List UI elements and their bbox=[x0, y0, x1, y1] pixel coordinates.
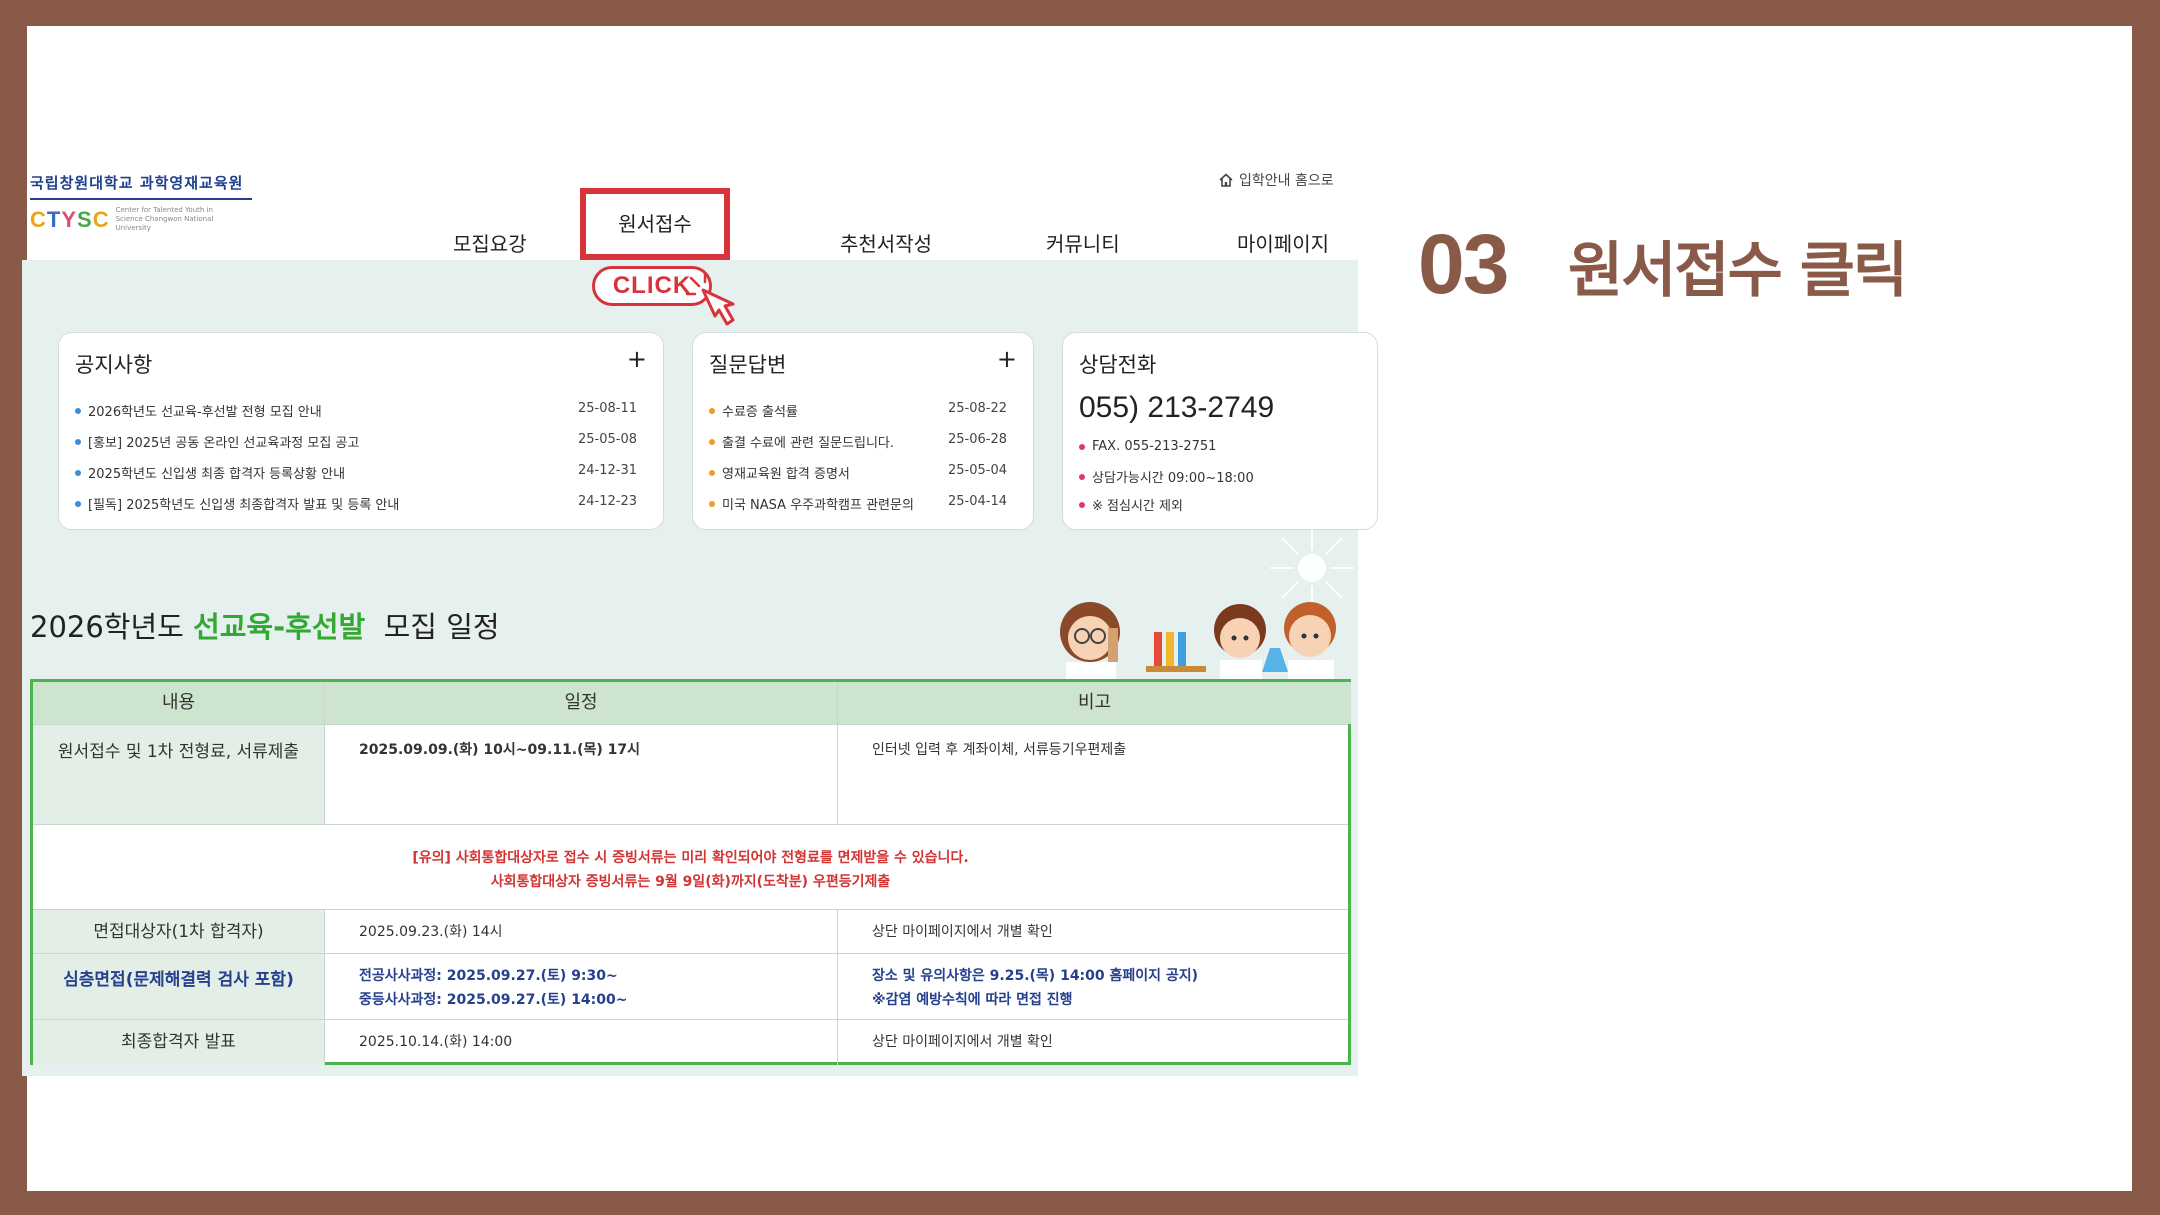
notice-more-button[interactable]: + bbox=[627, 345, 647, 373]
table-row: 원서접수 및 1차 전형료, 서류제출 2025.09.09.(화) 10시~0… bbox=[33, 725, 1348, 825]
table-cell: 장소 및 유의사항은 9.25.(목) 14:00 홈페이지 공지) ※감염 예… bbox=[838, 954, 1351, 1019]
pointing-hand-icon bbox=[685, 272, 735, 326]
schedule-table: 내용 일정 비고 원서접수 및 1차 전형료, 서류제출 2025.09.09.… bbox=[30, 679, 1351, 1065]
contact-item-text: FAX. 055-213-2751 bbox=[1092, 439, 1217, 454]
contact-item: FAX. 055-213-2751 bbox=[1079, 439, 1216, 454]
table-cell: 면접대상자(1차 합격자) bbox=[33, 910, 325, 953]
bullet-dot bbox=[75, 469, 81, 476]
notice-date: 24-12-31 bbox=[578, 463, 638, 478]
qna-more-button[interactable]: + bbox=[997, 345, 1017, 373]
qna-item-text: 영재교육원 합격 증명서 bbox=[722, 467, 850, 482]
table-cell-line: 장소 및 유의사항은 9.25.(목) 14:00 홈페이지 공지) bbox=[872, 968, 1199, 984]
home-link-label: 입학안내 홈으로 bbox=[1239, 173, 1334, 189]
notice-card: 공지사항 + 2026학년도 선교육-후선발 전형 모집 안내 25-08-11… bbox=[58, 332, 664, 530]
logo-korean-text: 국립창원대학교 과학영재교육원 bbox=[30, 174, 244, 192]
table-header-row: 내용 일정 비고 bbox=[33, 682, 1351, 725]
bullet-dot bbox=[709, 407, 715, 414]
qna-date: 25-08-22 bbox=[948, 401, 1008, 416]
qna-card: 질문답변 + 수료증 출석률 25-08-22 출결 수료에 관련 질문드립니다… bbox=[692, 332, 1034, 530]
table-cell: 상단 마이페이지에서 개별 확인 bbox=[872, 924, 1053, 940]
contact-item: 상담가능시간 09:00~18:00 bbox=[1079, 467, 1254, 486]
bullet-dot bbox=[709, 500, 715, 507]
bullet-dot bbox=[75, 438, 81, 445]
schedule-title-highlight: 선교육-후선발 bbox=[193, 610, 366, 644]
step-heading: 원서접수 클릭 bbox=[1568, 236, 1908, 306]
table-cell: 인터넷 입력 후 계좌이체, 서류등기우편제출 bbox=[872, 742, 1127, 758]
contact-item: ※ 점심시간 제외 bbox=[1079, 495, 1183, 514]
nav-item-community[interactable]: 커뮤니티 bbox=[1046, 228, 1120, 257]
bullet-dot bbox=[709, 469, 715, 476]
bullet-dot bbox=[1079, 443, 1085, 450]
notice-item[interactable]: 2025학년도 신입생 최종 합격자 등록상황 안내 bbox=[75, 463, 345, 482]
notice-date: 25-08-11 bbox=[578, 401, 638, 416]
kids-science-illustration bbox=[1060, 602, 1336, 684]
table-cell: 심층면접(문제해결력 검사 포함) bbox=[33, 954, 325, 1019]
schedule-title-year: 2026학년도 bbox=[30, 610, 184, 644]
contact-title: 상담전화 bbox=[1079, 353, 1157, 377]
notice-date: 25-05-08 bbox=[578, 432, 638, 447]
notice-title: 공지사항 bbox=[75, 353, 153, 377]
table-row: 면접대상자(1차 합격자) 2025.09.23.(화) 14시 상단 마이페이… bbox=[33, 910, 1348, 954]
qna-title: 질문답변 bbox=[709, 353, 787, 377]
bullet-dot bbox=[75, 407, 81, 414]
nav-item-application-label: 원서접수 bbox=[618, 212, 692, 236]
table-cell-line: ※감염 예방수칙에 따라 면접 진행 bbox=[872, 992, 1073, 1008]
contact-phone[interactable]: 055) 213-2749 bbox=[1079, 391, 1274, 425]
contact-card: 상담전화 055) 213-2749 FAX. 055-213-2751 상담가… bbox=[1062, 332, 1378, 530]
contact-item-text: 상담가능시간 09:00~18:00 bbox=[1092, 471, 1254, 486]
qna-date: 25-05-04 bbox=[948, 463, 1008, 478]
table-row: 최종합격자 발표 2025.10.14.(화) 14:00 상단 마이페이지에서… bbox=[33, 1020, 1348, 1065]
bullet-dot bbox=[1079, 473, 1085, 480]
notice-warning-text: [유의] 사회통합대상자로 접수 시 증빙서류는 미리 확인되어야 전형료를 면… bbox=[412, 850, 969, 866]
notice-item-text: 2025학년도 신입생 최종 합격자 등록상황 안내 bbox=[88, 467, 346, 482]
admission-home-link[interactable]: 입학안내 홈으로 bbox=[1218, 170, 1334, 190]
qna-item[interactable]: 미국 NASA 우주과학캠프 관련문의 bbox=[709, 494, 914, 513]
table-cell: 상단 마이페이지에서 개별 확인 bbox=[872, 1034, 1053, 1050]
schedule-title: 2026학년도 선교육-후선발 모집 일정 bbox=[30, 604, 500, 646]
nav-item-recommendation[interactable]: 추천서작성 bbox=[840, 228, 932, 257]
nav-item-application[interactable]: 원서접수 bbox=[580, 188, 730, 260]
qna-date: 25-04-14 bbox=[948, 494, 1008, 509]
bullet-dot bbox=[1079, 501, 1085, 508]
qna-item[interactable]: 영재교육원 합격 증명서 bbox=[709, 463, 850, 482]
qna-item-text: 출결 수료에 관련 질문드립니다. bbox=[722, 436, 895, 451]
notice-item[interactable]: 2026학년도 선교육-후선발 전형 모집 안내 bbox=[75, 401, 322, 420]
table-cell-line: 전공사사과정: 2025.09.27.(토) 9:30~ bbox=[359, 968, 618, 984]
qna-item-text: 수료증 출석률 bbox=[722, 405, 798, 420]
table-cell: 2025.09.09.(화) 10시~09.11.(목) 17시 bbox=[325, 725, 838, 824]
table-header-cell: 비고 bbox=[838, 682, 1351, 724]
step-number: 03 bbox=[1418, 217, 1509, 311]
qna-item[interactable]: 수료증 출석률 bbox=[709, 401, 798, 420]
notice-item[interactable]: [홍보] 2025년 공동 온라인 선교육과정 모집 공고 bbox=[75, 432, 359, 451]
table-cell: 2025.10.14.(화) 14:00 bbox=[325, 1020, 838, 1065]
qna-item-text: 미국 NASA 우주과학캠프 관련문의 bbox=[722, 498, 914, 513]
nav-item-recruitment[interactable]: 모집요강 bbox=[453, 228, 527, 257]
bullet-dot bbox=[75, 500, 81, 507]
notice-item-text: [홍보] 2025년 공동 온라인 선교육과정 모집 공고 bbox=[88, 436, 360, 451]
table-cell-line: 중등사사과정: 2025.09.27.(토) 14:00~ bbox=[359, 992, 628, 1008]
notice-date: 24-12-23 bbox=[578, 494, 638, 509]
home-icon bbox=[1219, 173, 1233, 187]
logo-underline bbox=[30, 198, 252, 200]
table-note-row: [유의] 사회통합대상자로 접수 시 증빙서류는 미리 확인되어야 전형료를 면… bbox=[33, 825, 1348, 910]
bullet-dot bbox=[709, 438, 715, 445]
table-header-cell: 일정 bbox=[325, 682, 838, 724]
qna-date: 25-06-28 bbox=[948, 432, 1008, 447]
table-row: 심층면접(문제해결력 검사 포함) 전공사사과정: 2025.09.27.(토)… bbox=[33, 954, 1348, 1020]
notice-item-text: 2026학년도 선교육-후선발 전형 모집 안내 bbox=[88, 405, 322, 420]
table-cell: 전공사사과정: 2025.09.27.(토) 9:30~ 중등사사과정: 202… bbox=[325, 954, 838, 1019]
table-header-cell: 내용 bbox=[33, 682, 325, 724]
nav-item-mypage[interactable]: 마이페이지 bbox=[1237, 228, 1329, 257]
notice-item[interactable]: [필독] 2025학년도 신입생 최종합격자 발표 및 등록 안내 bbox=[75, 494, 399, 513]
table-cell: 원서접수 및 1차 전형료, 서류제출 bbox=[33, 725, 325, 824]
table-cell: 2025.09.23.(화) 14시 bbox=[325, 910, 838, 953]
schedule-title-suffix: 모집 일정 bbox=[383, 610, 500, 644]
qna-item[interactable]: 출결 수료에 관련 질문드립니다. bbox=[709, 432, 894, 451]
table-cell: 최종합격자 발표 bbox=[33, 1020, 325, 1065]
notice-warning-text: 사회통합대상자 증빙서류는 9월 9일(화)까지(도착분) 우편등기제출 bbox=[490, 874, 891, 890]
contact-item-text: ※ 점심시간 제외 bbox=[1092, 499, 1183, 514]
notice-item-text: [필독] 2025학년도 신입생 최종합격자 발표 및 등록 안내 bbox=[88, 498, 400, 513]
